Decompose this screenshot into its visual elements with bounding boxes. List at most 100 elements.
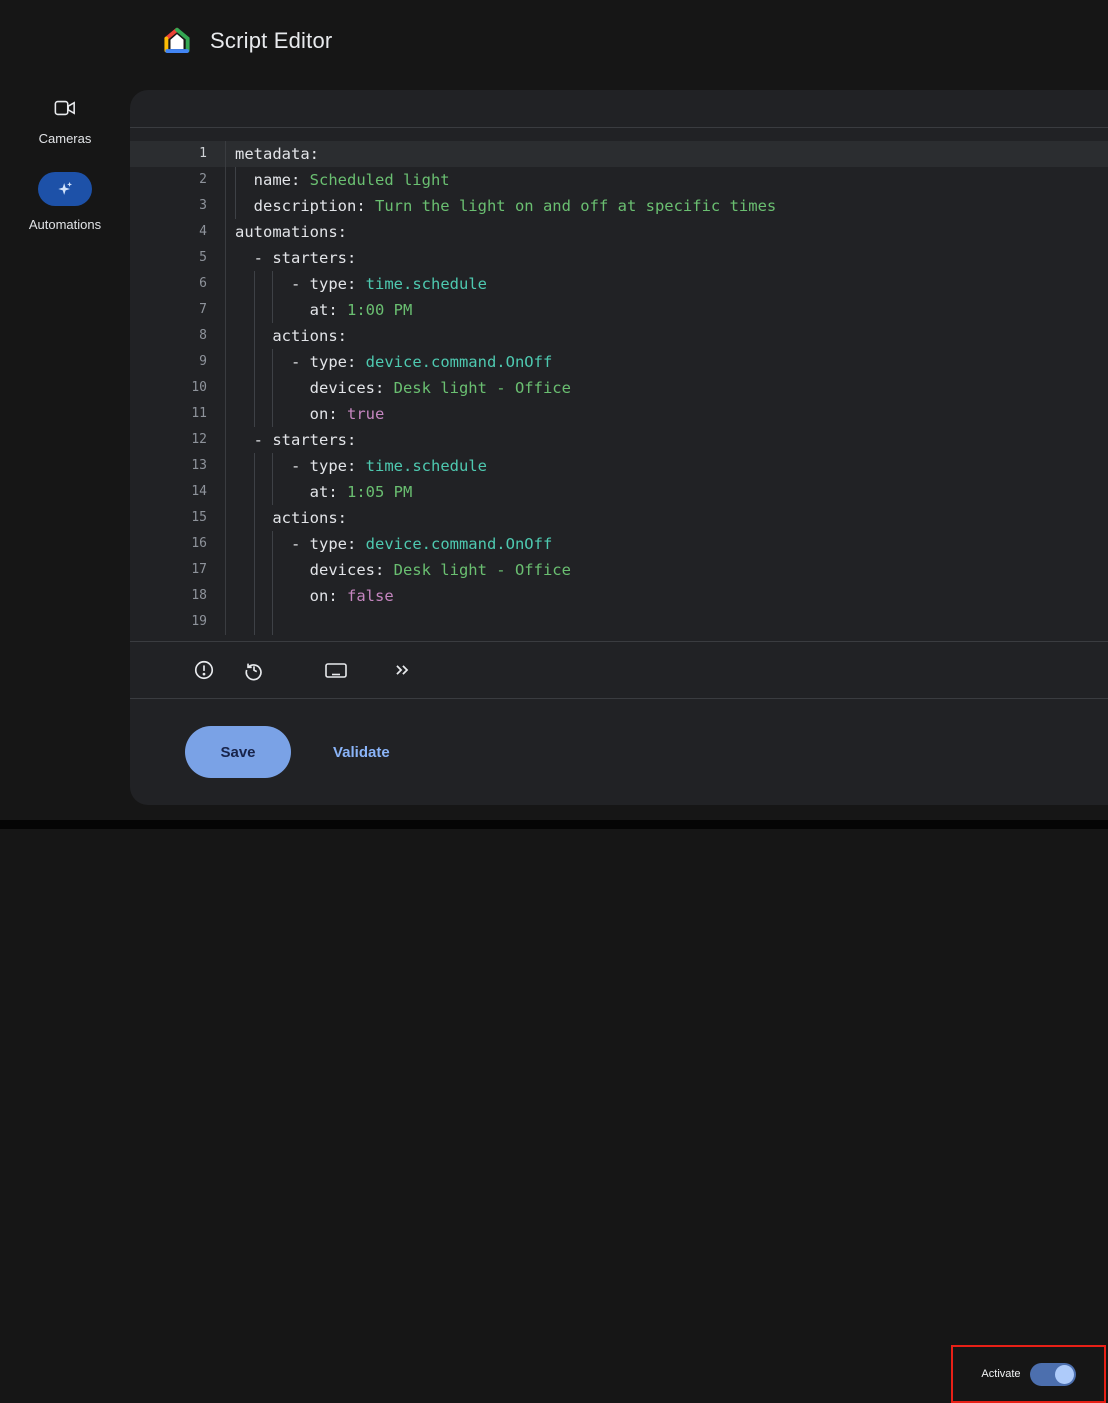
google-home-logo-icon: [162, 26, 192, 56]
annotation-highlight-box: Activate: [951, 1345, 1106, 1403]
code-line[interactable]: 12 - starters:: [130, 427, 1108, 453]
code-text: - starters:: [226, 427, 1108, 453]
code-editor[interactable]: 1metadata:2 name: Scheduled light3 descr…: [130, 127, 1108, 635]
indent-guide: [254, 609, 255, 635]
code-line[interactable]: 7 at: 1:00 PM: [130, 297, 1108, 323]
code-text: on: true: [226, 401, 1108, 427]
line-number: 15: [130, 505, 226, 531]
line-number: 1: [130, 141, 226, 167]
code-text: - type: device.command.OnOff: [226, 531, 1108, 557]
line-number: 6: [130, 271, 226, 297]
indent-guide: [272, 557, 273, 583]
app-header: Script Editor: [0, 0, 1108, 82]
line-number: 5: [130, 245, 226, 271]
indent-guide: [272, 453, 273, 479]
line-number: 14: [130, 479, 226, 505]
indent-guide: [254, 271, 255, 297]
line-number: 8: [130, 323, 226, 349]
indent-guide: [272, 479, 273, 505]
activate-label: Activate: [981, 1368, 1020, 1380]
code-text: devices: Desk light - Office: [226, 557, 1108, 583]
code-line[interactable]: 3 description: Turn the light on and off…: [130, 193, 1108, 219]
code-line[interactable]: 10 devices: Desk light - Office: [130, 375, 1108, 401]
line-number: 12: [130, 427, 226, 453]
sidebar-item-automations[interactable]: Automations: [29, 172, 101, 232]
page-title: Script Editor: [210, 28, 332, 54]
script-editor-card: 1metadata:2 name: Scheduled light3 descr…: [130, 90, 1108, 805]
history-icon: [243, 659, 265, 681]
code-text: - type: time.schedule: [226, 453, 1108, 479]
indent-guide: [272, 401, 273, 427]
sidebar-item-label: Automations: [29, 217, 101, 232]
code-line[interactable]: 8 actions:: [130, 323, 1108, 349]
line-number: 10: [130, 375, 226, 401]
code-text: metadata:: [226, 141, 1108, 167]
indent-guide: [272, 583, 273, 609]
indent-guide: [272, 271, 273, 297]
code-lines: 1metadata:2 name: Scheduled light3 descr…: [130, 141, 1108, 635]
code-text: description: Turn the light on and off a…: [226, 193, 1108, 219]
sidebar: Cameras Automations: [0, 82, 130, 232]
sidebar-item-cameras[interactable]: Cameras: [39, 96, 92, 146]
indent-guide: [254, 557, 255, 583]
line-number: 7: [130, 297, 226, 323]
indent-guide: [254, 479, 255, 505]
code-text: at: 1:00 PM: [226, 297, 1108, 323]
keyboard-icon: [324, 659, 348, 681]
code-text: - type: time.schedule: [226, 271, 1108, 297]
indent-guide: [272, 297, 273, 323]
line-number: 9: [130, 349, 226, 375]
code-line[interactable]: 1metadata:: [130, 141, 1108, 167]
code-text: automations:: [226, 219, 1108, 245]
indent-guide: [254, 531, 255, 557]
line-number: 18: [130, 583, 226, 609]
code-line[interactable]: 16 - type: device.command.OnOff: [130, 531, 1108, 557]
validate-button[interactable]: Validate: [327, 743, 396, 762]
line-number: 17: [130, 557, 226, 583]
code-line[interactable]: 13 - type: time.schedule: [130, 453, 1108, 479]
indent-guide: [235, 167, 236, 193]
code-line[interactable]: 6 - type: time.schedule: [130, 271, 1108, 297]
line-number: 16: [130, 531, 226, 557]
indent-guide: [254, 323, 255, 349]
code-line[interactable]: 14 at: 1:05 PM: [130, 479, 1108, 505]
code-line[interactable]: 15 actions:: [130, 505, 1108, 531]
problems-button[interactable]: [192, 658, 216, 682]
keyboard-button[interactable]: [324, 658, 348, 682]
code-line[interactable]: 17 devices: Desk light - Office: [130, 557, 1108, 583]
code-line[interactable]: 9 - type: device.command.OnOff: [130, 349, 1108, 375]
history-button[interactable]: [242, 658, 266, 682]
problems-icon: [193, 659, 215, 681]
indent-guide: [254, 375, 255, 401]
page-root: { "colors": { "bg": "#161616", "card": "…: [0, 0, 1108, 829]
code-line[interactable]: 19: [130, 609, 1108, 635]
sparkle-icon: [55, 179, 75, 199]
editor-toolbar: [130, 641, 1108, 699]
code-line[interactable]: 11 on: true: [130, 401, 1108, 427]
save-button[interactable]: Save: [185, 726, 291, 778]
indent-guide: [235, 193, 236, 219]
indent-guide: [272, 531, 273, 557]
code-text: on: false: [226, 583, 1108, 609]
code-line[interactable]: 18 on: false: [130, 583, 1108, 609]
line-number: 13: [130, 453, 226, 479]
double-chevron-icon: [391, 659, 413, 681]
code-line[interactable]: 4automations:: [130, 219, 1108, 245]
line-number: 3: [130, 193, 226, 219]
line-number: 4: [130, 219, 226, 245]
indent-guide: [254, 583, 255, 609]
camera-icon: [54, 96, 76, 120]
sidebar-item-label: Cameras: [39, 131, 92, 146]
indent-guide: [272, 609, 273, 635]
code-text: - starters:: [226, 245, 1108, 271]
code-text: actions:: [226, 323, 1108, 349]
toggle-thumb: [1055, 1365, 1074, 1384]
indent-guide: [254, 505, 255, 531]
bottom-strip: [0, 820, 1108, 829]
code-line[interactable]: 5 - starters:: [130, 245, 1108, 271]
indent-guide: [254, 297, 255, 323]
code-text: at: 1:05 PM: [226, 479, 1108, 505]
code-line[interactable]: 2 name: Scheduled light: [130, 167, 1108, 193]
activate-toggle[interactable]: [1030, 1363, 1076, 1386]
more-tools-button[interactable]: [390, 658, 414, 682]
